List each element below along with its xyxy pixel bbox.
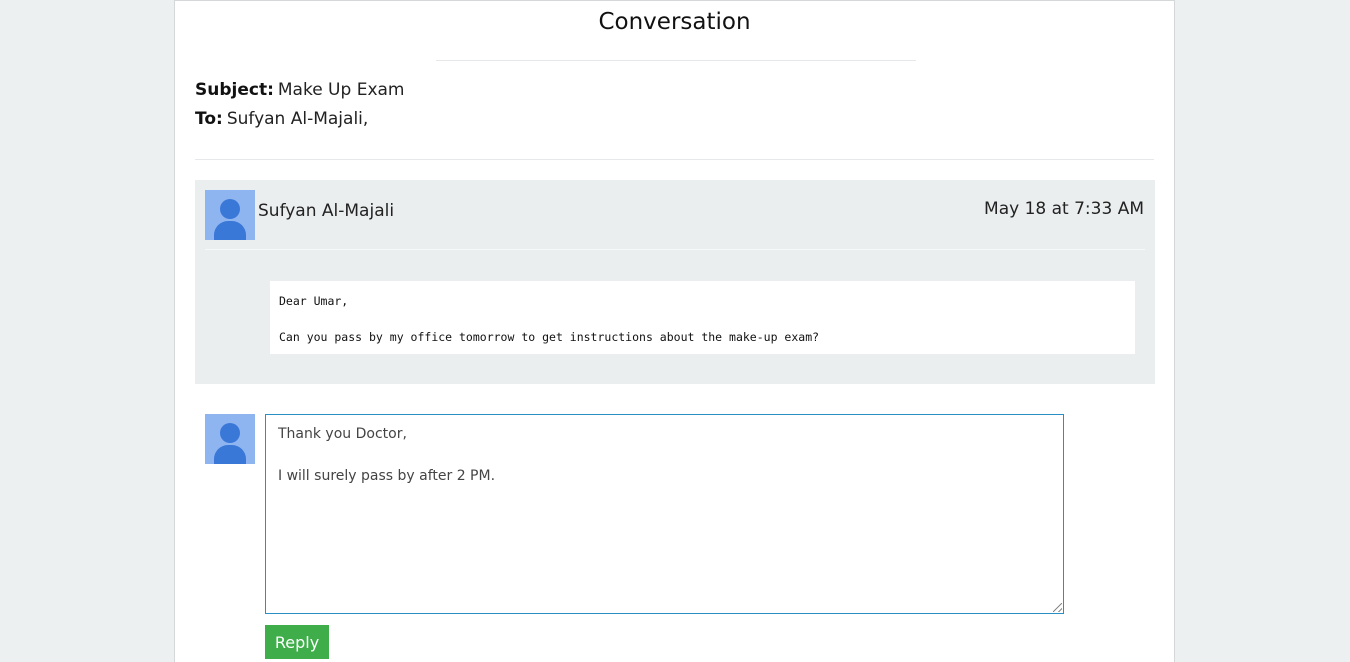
title-divider [436,60,916,61]
resize-handle-icon[interactable] [1053,603,1062,612]
subject-value: Make Up Exam [277,80,405,100]
message-card: Sufyan Al-Majali May 18 at 7:33 AM Dear … [195,180,1155,384]
subject-line: Subject: Make Up Exam [195,80,404,100]
message-timestamp: May 18 at 7:33 AM [984,199,1144,219]
message-body: Dear Umar, Can you pass by my office tom… [270,281,1135,354]
reply-button[interactable]: Reply [265,625,329,659]
subject-label: Subject: [195,80,274,100]
user-avatar-icon [205,190,255,240]
to-line: To: Sufyan Al-Majali, [195,109,368,129]
conversation-panel: Conversation Subject: Make Up Exam To: Suf… [174,0,1175,662]
sender-name: Sufyan Al-Majali [258,201,395,221]
to-label: To: [195,109,223,129]
reply-textarea[interactable]: Thank you Doctor, I will surely pass by … [265,414,1064,614]
user-avatar-icon [205,414,255,464]
message-divider [205,249,1145,250]
to-value: Sufyan Al-Majali, [226,109,369,129]
page-title: Conversation [598,9,751,35]
meta-divider [195,159,1154,160]
